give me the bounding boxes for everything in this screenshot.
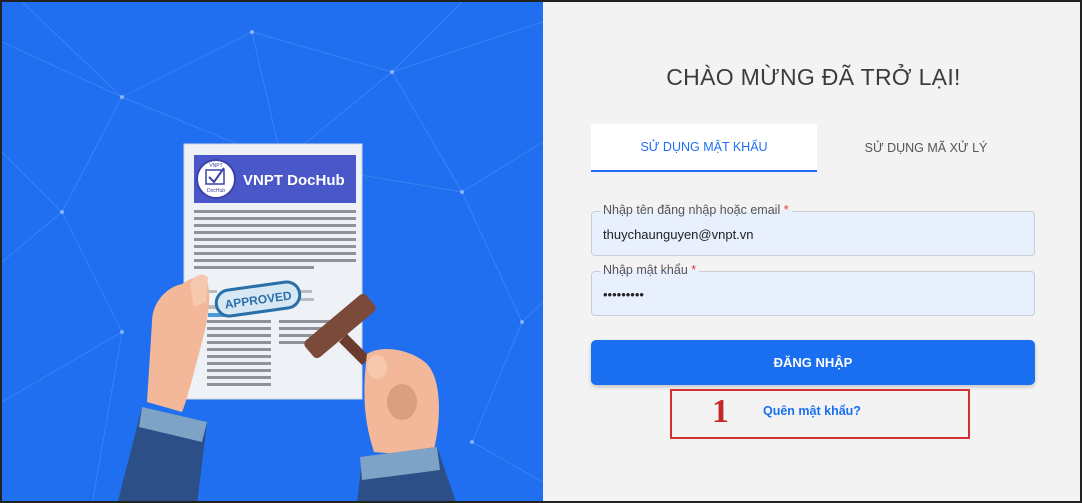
tab-use-processing-code[interactable]: SỬ DỤNG MÃ XỬ LÝ — [813, 124, 1039, 172]
login-panel: CHÀO MỪNG ĐÃ TRỞ LẠI! SỬ DỤNG MẬT KHẨU S… — [543, 2, 1080, 501]
forgot-password-link[interactable]: Quên mật khẩu? — [763, 404, 861, 418]
logo-small-text: VNPT — [209, 163, 222, 169]
login-button[interactable]: ĐĂNG NHẬP — [591, 340, 1035, 385]
login-page: VNPT DocHub VNPT DocHub APPROVED CHÀO MỪ… — [0, 0, 1082, 503]
required-mark: * — [691, 263, 697, 277]
password-input[interactable] — [603, 284, 1023, 304]
logo-sub-text: DocHub — [207, 188, 225, 194]
username-input[interactable] — [603, 224, 1023, 244]
welcome-title: CHÀO MỪNG ĐÃ TRỞ LẠI! — [666, 64, 961, 90]
illustration-panel: VNPT DocHub VNPT DocHub APPROVED — [2, 2, 543, 501]
brand-name: VNPT DocHub — [243, 172, 345, 189]
annotation-number: 1 — [712, 393, 729, 430]
username-label: Nhập tên đăng nhập hoặc email * — [600, 203, 792, 217]
document-approval-illustration: VNPT DocHub VNPT DocHub APPROVED — [118, 143, 456, 501]
required-mark: * — [783, 203, 789, 217]
tab-use-password[interactable]: SỬ DỤNG MẬT KHẨU — [591, 124, 817, 172]
password-label: Nhập mật khẩu * — [600, 263, 700, 277]
right-hand — [357, 349, 456, 501]
username-field-container: Nhập tên đăng nhập hoặc email * — [591, 203, 1035, 256]
password-field-container: Nhập mật khẩu * — [591, 263, 1035, 316]
